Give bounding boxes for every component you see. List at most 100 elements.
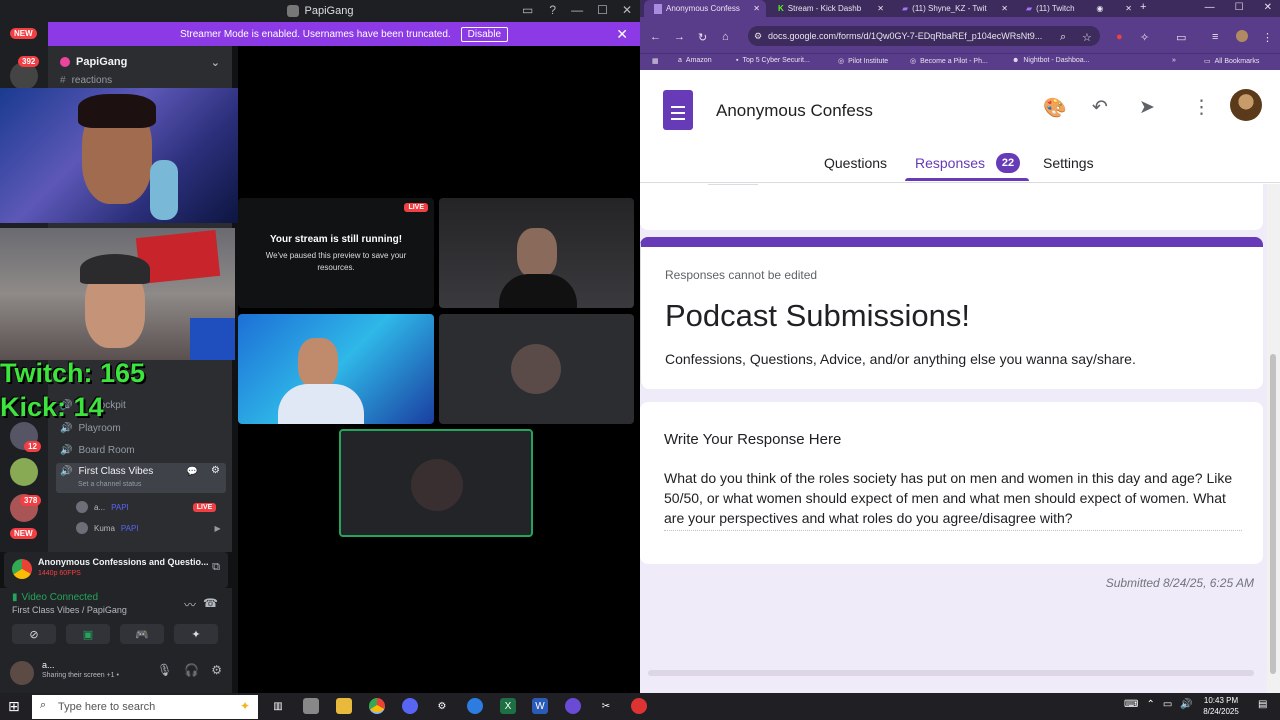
back-icon[interactable]: ← [650,31,661,43]
tab-questions[interactable]: Questions [824,155,887,171]
cast-icon[interactable]: ▭ [1176,31,1186,44]
disconnect-icon[interactable]: ☎ [203,596,218,610]
obs-icon[interactable] [631,698,647,714]
more-vert-icon[interactable]: ⋮ [1192,96,1211,119]
new-tab-icon[interactable]: + [1140,1,1146,13]
channel-status[interactable]: Set a channel status [78,481,141,488]
microphone-icon[interactable]: 🎙 [157,663,172,677]
bookmark-become-pilot[interactable]: ◎ Become a Pilot - Ph... [910,57,988,66]
volume-icon[interactable]: 🔊 [1180,699,1192,710]
scrollbar[interactable] [1267,184,1280,693]
member-row[interactable]: a... PAPI LIVE [76,498,217,516]
inbox-icon[interactable]: ▭ [522,3,533,17]
maximize-button[interactable]: ☐ [1235,2,1244,13]
bookmark-star-icon[interactable]: ☆ [1082,31,1092,44]
close-tab-icon[interactable]: ✕ [877,4,884,13]
notifications-icon[interactable]: ▤ [1258,699,1267,710]
tab-kick-dashboard[interactable]: K Stream - Kick Dashb ✕ [768,0,890,17]
task-view-icon[interactable]: ▥ [270,698,286,714]
app-icon[interactable] [303,698,319,714]
video-tile-avatar[interactable] [439,314,634,424]
gear-icon[interactable]: ⚙ [211,663,222,677]
taskbar-search[interactable]: ⌕ Type here to search ✦ [32,695,258,719]
clock[interactable]: 10:43 PM 8/24/2025 [1196,695,1246,717]
voice-status[interactable]: Video Connected [22,592,99,603]
help-icon[interactable]: ? [549,3,556,17]
channel-first-class-vibes[interactable]: 🔊 First Class Vibes Set a channel status… [56,463,226,493]
keyboard-icon[interactable]: ⌨ [1124,699,1138,710]
minimize-button[interactable]: — [571,3,583,17]
all-bookmarks[interactable]: ▭ All Bookmarks [1204,57,1259,66]
menu-dots-icon[interactable]: ⋮ [1262,31,1273,44]
tab-responses[interactable]: Responses [915,155,985,171]
close-banner-icon[interactable]: ✕ [616,26,628,43]
chrome-icon[interactable] [369,698,385,714]
excel-icon[interactable]: X [500,698,516,714]
reload-icon[interactable]: ↻ [698,31,707,44]
tab-settings[interactable]: Settings [1043,155,1094,171]
url-field[interactable]: ⚙ docs.google.com/forms/d/1Qw0GY-7-EDqRb… [748,26,1100,46]
site-info-icon[interactable]: ⚙ [754,31,762,42]
discord-icon[interactable] [402,698,418,714]
noise-suppression-icon[interactable]: 〰 [184,596,196,613]
windows-start-icon[interactable]: ⊞ [8,698,20,715]
popout-icon[interactable]: ⧉ [212,561,220,574]
gear-icon[interactable]: ⚙ [434,698,450,714]
bookmark-pilot-institute[interactable]: ◎ Pilot Institute [838,57,888,66]
home-icon[interactable]: ⌂ [722,31,729,43]
stream-preview-tile[interactable]: LIVE Your stream is still running! We've… [238,198,434,308]
undo-icon[interactable]: ↶ [1092,96,1108,119]
bookmark-nightbot[interactable]: ☻ Nightbot - Dashboa... [1012,57,1090,64]
screen-share-button[interactable]: ▣ [66,624,110,644]
app-icon[interactable] [565,698,581,714]
chevron-right-icon[interactable]: » [1172,57,1176,64]
network-icon[interactable]: ▭ [1163,699,1172,710]
extension-record-icon[interactable]: ● [1116,31,1123,43]
media-icon[interactable]: ≡ [1212,31,1218,43]
screen-share-card[interactable]: Anonymous Confessions and Questio... 144… [4,552,228,588]
bookmark-amazon[interactable]: a Amazon [678,57,712,64]
horizontal-scrollbar[interactable] [648,670,1254,676]
video-tile-speaking[interactable] [339,429,533,537]
close-tab-icon[interactable]: ✕ [753,4,760,13]
camera-off-button[interactable]: ⊘ [12,624,56,644]
account-avatar[interactable] [1230,89,1262,121]
palette-icon[interactable]: 🎨 [1043,96,1067,120]
app-icon[interactable] [467,698,483,714]
tab-twitch-shyne[interactable]: ▰ (11) Shyne_KZ - Twit ✕ [892,0,1014,17]
channel-reactions[interactable]: # reactions [56,70,226,90]
bookmark-cyber[interactable]: ▪ Top 5 Cyber Securit... [736,57,810,64]
close-button[interactable]: ✕ [1264,2,1272,13]
word-icon[interactable]: W [532,698,548,714]
close-button[interactable]: ✕ [622,3,632,17]
maximize-button[interactable]: ☐ [597,3,608,17]
video-tile[interactable] [439,198,634,308]
zoom-icon[interactable]: ⌕ [1060,31,1066,44]
minimize-button[interactable]: — [1205,2,1215,13]
file-explorer-icon[interactable] [336,698,352,714]
form-title[interactable]: Anonymous Confess [716,101,880,121]
gear-icon[interactable]: ⚙ [211,465,220,476]
disable-streamer-mode-button[interactable]: Disable [460,26,509,42]
channel-board-room[interactable]: 🔊 Board Room [56,440,226,460]
server-header[interactable]: PapiGang ⌄ [48,52,232,72]
google-forms-icon[interactable] [663,90,693,130]
activities-button[interactable]: 🎮 [120,624,164,644]
server-icon-3[interactable] [10,458,38,486]
member-row[interactable]: Kuma PAPI ▶ [76,519,221,537]
close-tab-icon[interactable]: ✕ [1125,4,1132,13]
apps-icon[interactable]: ▦ [652,57,659,65]
forward-icon[interactable]: → [674,31,685,43]
profile-avatar[interactable] [1236,30,1248,42]
chat-icon[interactable]: 💬 [187,466,198,477]
video-tile[interactable] [238,314,434,424]
chevron-up-icon[interactable]: ⌃ [1146,699,1154,710]
soundboard-button[interactable]: ✦ [174,624,218,644]
close-tab-icon[interactable]: ✕ [1001,4,1008,13]
send-icon[interactable]: ➤ [1139,96,1155,119]
app-icon[interactable]: ✂ [598,698,614,714]
username[interactable]: a... [42,660,55,670]
scrollbar-thumb[interactable] [1270,354,1276,674]
headphones-icon[interactable]: 🎧 [184,663,199,677]
tab-twitch[interactable]: ▰ (11) Twitch ◉ ✕ [1016,0,1138,17]
